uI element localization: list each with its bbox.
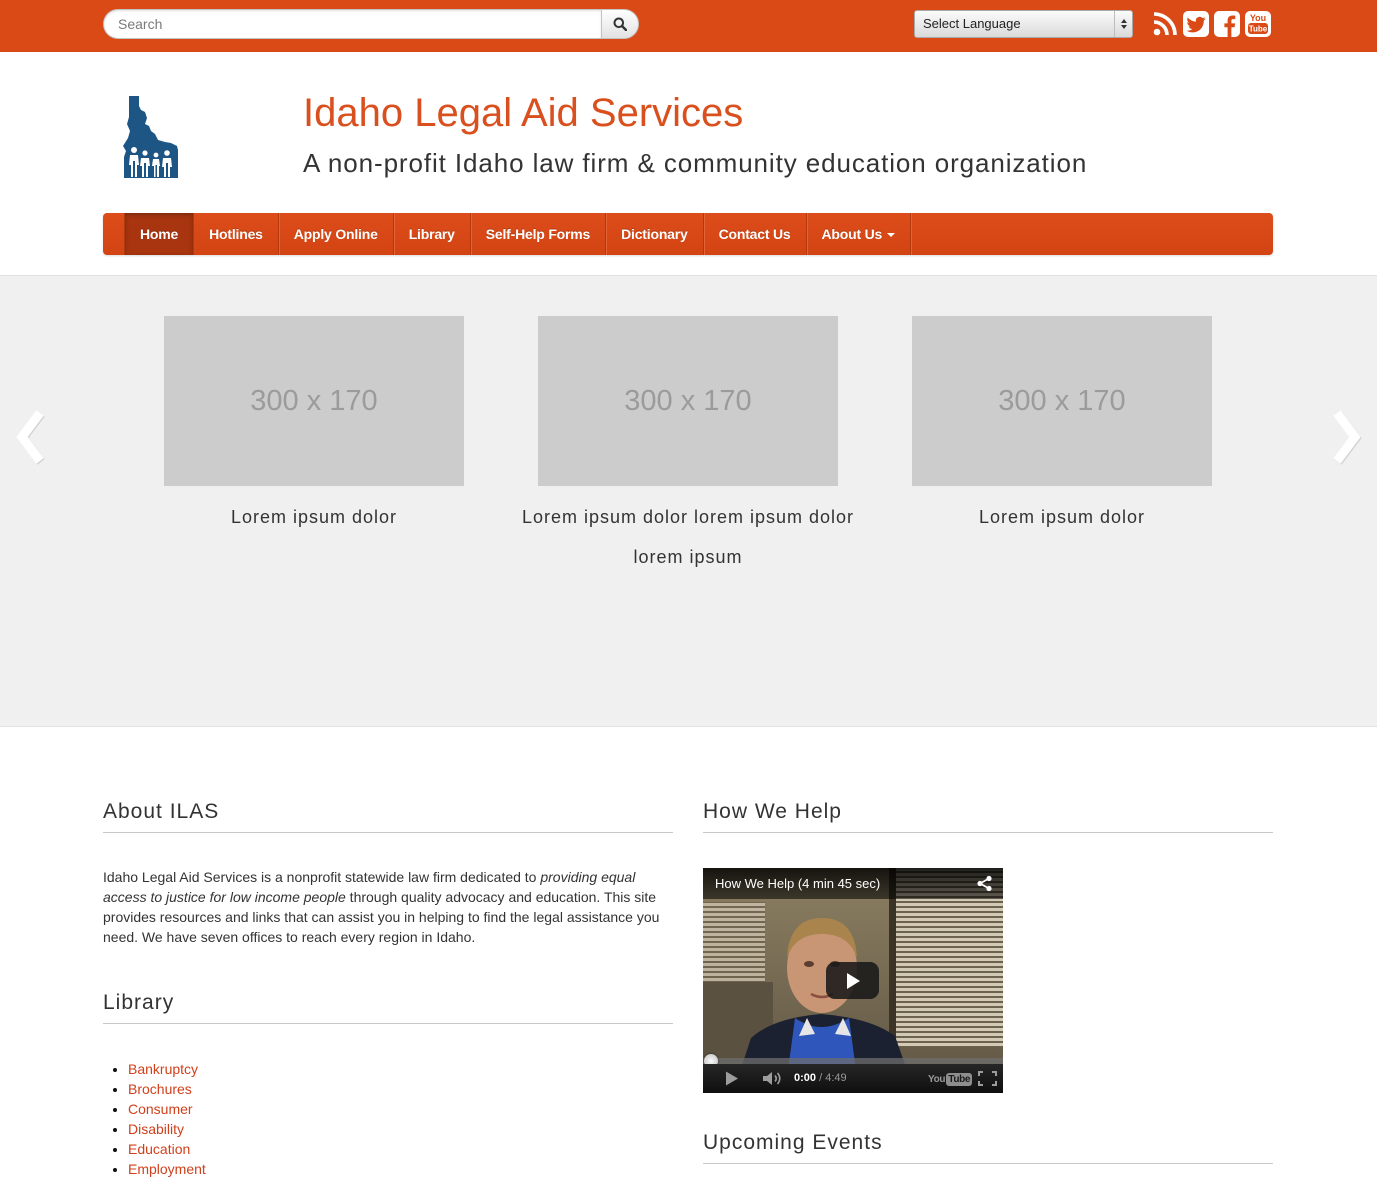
- share-icon[interactable]: [976, 875, 993, 892]
- list-item: Employment: [128, 1159, 673, 1179]
- library-link-employment[interactable]: Employment: [128, 1161, 206, 1177]
- carousel-slide: 300 x 170 Lorem ipsum dolor: [127, 316, 501, 537]
- right-column: How We Help How We Help (4 min 45 sec) 0…: [703, 727, 1273, 1164]
- left-column: About ILAS Idaho Legal Aid Services is a…: [103, 727, 673, 1179]
- search-button[interactable]: [601, 9, 639, 39]
- fullscreen-icon[interactable]: [978, 1071, 997, 1086]
- about-text-start: Idaho Legal Aid Services is a nonprofit …: [103, 869, 541, 885]
- library-link-consumer[interactable]: Consumer: [128, 1101, 193, 1117]
- svg-text:You: You: [1250, 13, 1266, 23]
- nav-item-apply-online: Apply Online: [279, 213, 394, 255]
- carousel-prev-button[interactable]: [13, 408, 47, 466]
- video-time: 0:00 / 4:49: [794, 1064, 847, 1093]
- slide-image-placeholder[interactable]: 300 x 170: [912, 316, 1212, 486]
- carousel-slide: 300 x 170 Lorem ipsum dolor: [875, 316, 1249, 537]
- video-current-time: 0:00: [794, 1072, 817, 1084]
- list-item: Consumer: [128, 1099, 673, 1119]
- youtube-logo[interactable]: You Tube: [928, 1072, 973, 1086]
- about-heading: About ILAS: [103, 800, 220, 823]
- video-player[interactable]: How We Help (4 min 45 sec) 0:00 / 4:49 Y…: [703, 868, 1003, 1093]
- language-select-value: Select Language: [923, 16, 1021, 31]
- search-form: [103, 9, 639, 39]
- video-title-bar: How We Help (4 min 45 sec): [703, 868, 1003, 899]
- svg-text:Tube: Tube: [1249, 25, 1268, 34]
- library-link-bankruptcy[interactable]: Bankruptcy: [128, 1061, 198, 1077]
- twitter-link[interactable]: [1183, 11, 1209, 37]
- nav-link-hotlines[interactable]: Hotlines: [194, 213, 278, 255]
- rss-link[interactable]: [1152, 11, 1178, 37]
- library-heading: Library: [103, 991, 175, 1014]
- video-title[interactable]: How We Help (4 min 45 sec): [715, 868, 880, 899]
- nav-link-self-help-forms[interactable]: Self-Help Forms: [471, 213, 605, 255]
- upcoming-events-divider: [703, 1163, 1273, 1164]
- youtube-icon: You Tube: [1245, 11, 1271, 37]
- nav-link-home[interactable]: Home: [125, 213, 193, 255]
- main-nav: Home Hotlines Apply Online Library Self-…: [103, 213, 1273, 255]
- library-link-brochures[interactable]: Brochures: [128, 1081, 192, 1097]
- twitter-icon: [1183, 11, 1209, 37]
- library-link-education[interactable]: Education: [128, 1141, 190, 1157]
- play-icon: [846, 972, 860, 989]
- idaho-logo-icon: [123, 96, 178, 178]
- facebook-icon: [1214, 11, 1240, 37]
- chevron-left-icon: [16, 410, 45, 465]
- language-select[interactable]: Select Language: [914, 10, 1133, 38]
- nav-item-home: Home: [124, 213, 195, 255]
- about-text: Idaho Legal Aid Services is a nonprofit …: [103, 867, 673, 947]
- list-item: Bankruptcy: [128, 1059, 673, 1079]
- slide-caption: Lorem ipsum dolor: [978, 507, 1146, 527]
- nav-item-about-us: About Us: [807, 213, 912, 255]
- nav-link-library[interactable]: Library: [394, 213, 470, 255]
- site-subtitle: A non-profit Idaho law firm & community …: [303, 148, 1088, 178]
- library-link-disability[interactable]: Disability: [128, 1121, 184, 1137]
- carousel-next-button[interactable]: [1330, 408, 1364, 466]
- video-duration: 4:49: [825, 1072, 847, 1084]
- about-divider: [103, 832, 673, 833]
- video-time-separator: /: [816, 1072, 826, 1084]
- nav-item-library: Library: [394, 213, 471, 255]
- caret-down-icon: [887, 233, 896, 238]
- video-play-button[interactable]: [826, 962, 879, 999]
- search-icon: [613, 17, 627, 31]
- chevron-right-icon: [1333, 410, 1362, 465]
- search-input[interactable]: [103, 9, 601, 39]
- nav-item-dictionary: Dictionary: [606, 213, 704, 255]
- rss-icon: [1153, 12, 1177, 36]
- slide-image-placeholder[interactable]: 300 x 170: [538, 316, 838, 486]
- youtube-logo-you: You: [928, 1073, 946, 1085]
- youtube-logo-tube: Tube: [946, 1072, 973, 1086]
- nav-link-apply-online[interactable]: Apply Online: [279, 213, 393, 255]
- volume-icon[interactable]: [762, 1071, 784, 1086]
- upcoming-events-heading: Upcoming Events: [703, 1131, 883, 1154]
- library-list: Bankruptcy Brochures Consumer Disability…: [103, 1059, 673, 1179]
- youtube-link[interactable]: You Tube: [1245, 11, 1271, 37]
- nav-item-self-help-forms: Self-Help Forms: [471, 213, 607, 255]
- list-item: Brochures: [128, 1079, 673, 1099]
- play-icon[interactable]: [725, 1071, 739, 1086]
- slide-caption: Lorem ipsum dolor: [230, 507, 398, 527]
- facebook-link[interactable]: [1214, 11, 1240, 37]
- select-arrows-icon: [1114, 11, 1132, 37]
- top-bar: Select Language You Tube: [0, 0, 1377, 52]
- slide-caption: Lorem ipsum dolor lorem ipsum dolor lore…: [521, 507, 855, 567]
- nav-item-contact-us: Contact Us: [704, 213, 807, 255]
- featured-carousel: 300 x 170 Lorem ipsum dolor 300 x 170 Lo…: [0, 276, 1377, 727]
- nav-link-about-us[interactable]: About Us: [807, 213, 911, 255]
- site-title: Idaho Legal Aid Services: [303, 91, 744, 135]
- nav-link-contact-us[interactable]: Contact Us: [704, 213, 806, 255]
- site-logo[interactable]: [120, 95, 180, 180]
- library-divider: [103, 1023, 673, 1024]
- carousel-slide: 300 x 170 Lorem ipsum dolor lorem ipsum …: [501, 316, 875, 577]
- video-controls: 0:00 / 4:49 You Tube: [703, 1064, 1003, 1093]
- slide-image-placeholder[interactable]: 300 x 170: [164, 316, 464, 486]
- how-we-help-divider: [703, 832, 1273, 833]
- nav-item-hotlines: Hotlines: [194, 213, 279, 255]
- list-item: Education: [128, 1139, 673, 1159]
- nav-link-dictionary[interactable]: Dictionary: [606, 213, 702, 255]
- nav-about-us-label: About Us: [821, 226, 883, 242]
- list-item: Disability: [128, 1119, 673, 1139]
- how-we-help-heading: How We Help: [703, 800, 842, 823]
